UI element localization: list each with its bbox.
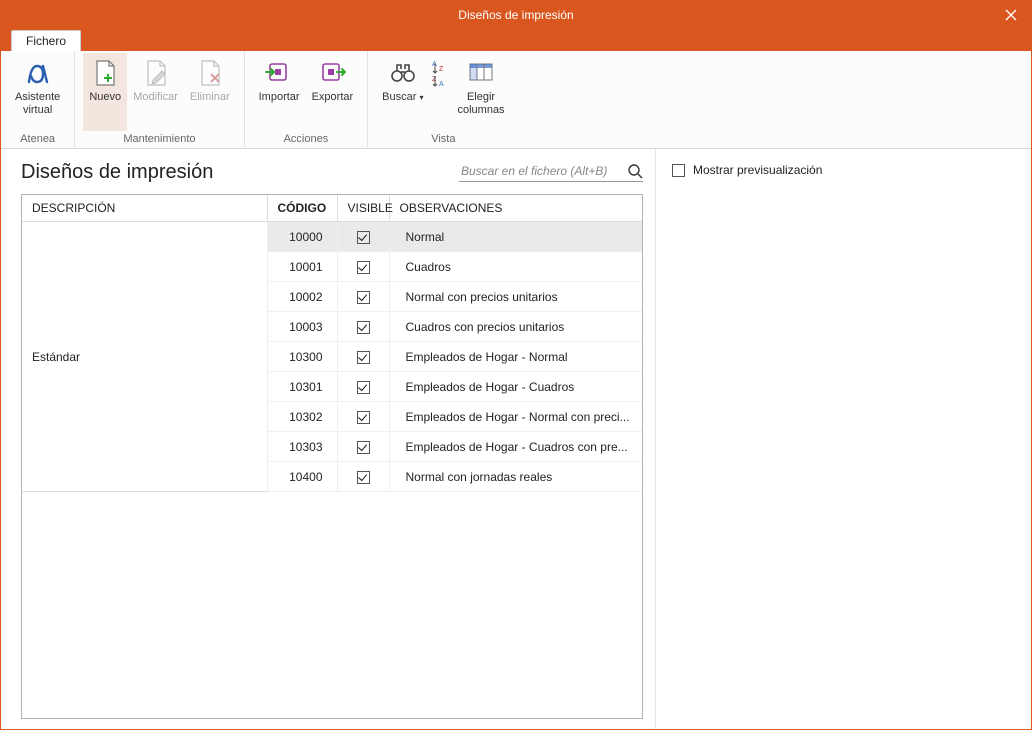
ribbon-group-vista: Buscar ▾ A Z Z A bbox=[368, 51, 518, 148]
cell-observaciones: Empleados de Hogar - Normal bbox=[389, 342, 642, 372]
export-icon bbox=[316, 57, 348, 89]
group-title-vista: Vista bbox=[376, 131, 510, 148]
svg-text:Z: Z bbox=[439, 66, 444, 73]
svg-text:A: A bbox=[439, 81, 444, 88]
checkbox-icon bbox=[357, 291, 370, 304]
cell-observaciones: Cuadros bbox=[389, 252, 642, 282]
cell-codigo: 10003 bbox=[267, 312, 337, 342]
import-icon bbox=[263, 57, 295, 89]
titlebar: Diseños de impresión bbox=[1, 1, 1031, 29]
group-title-acciones: Acciones bbox=[253, 131, 360, 148]
preview-label: Mostrar previsualización bbox=[693, 163, 822, 177]
cell-visible[interactable] bbox=[337, 372, 389, 402]
ribbon-tabbar: Fichero bbox=[1, 29, 1031, 51]
data-grid[interactable]: DESCRIPCIÓN CÓDIGO VISIBLE OBSERVACIONES… bbox=[22, 195, 642, 492]
edit-document-icon bbox=[140, 57, 172, 89]
modificar-label: Modificar bbox=[133, 91, 178, 104]
cell-visible[interactable] bbox=[337, 462, 389, 492]
th-observaciones[interactable]: OBSERVACIONES bbox=[389, 195, 642, 222]
cell-codigo: 10001 bbox=[267, 252, 337, 282]
asistente-virtual-button[interactable]: Asistente virtual bbox=[9, 53, 66, 131]
tab-fichero[interactable]: Fichero bbox=[11, 30, 81, 51]
cell-observaciones: Empleados de Hogar - Cuadros bbox=[389, 372, 642, 402]
group-title-atenea: Atenea bbox=[9, 131, 66, 148]
binoculars-icon bbox=[387, 57, 419, 89]
close-button[interactable] bbox=[991, 1, 1031, 29]
cell-observaciones: Normal con precios unitarios bbox=[389, 282, 642, 312]
importar-button[interactable]: Importar bbox=[253, 53, 306, 131]
cell-visible[interactable] bbox=[337, 252, 389, 282]
cell-visible[interactable] bbox=[337, 222, 389, 252]
table-row[interactable]: Estándar10000Normal bbox=[22, 222, 642, 252]
checkbox-icon bbox=[357, 381, 370, 394]
right-pane: Mostrar previsualización bbox=[656, 149, 1031, 729]
page-title: Diseños de impresión bbox=[21, 161, 213, 184]
table-header-row: DESCRIPCIÓN CÓDIGO VISIBLE OBSERVACIONES bbox=[22, 195, 642, 222]
cell-observaciones: Empleados de Hogar - Normal con preci... bbox=[389, 402, 642, 432]
columns-icon bbox=[465, 57, 497, 89]
cell-visible[interactable] bbox=[337, 432, 389, 462]
search-icon[interactable] bbox=[627, 163, 643, 179]
nuevo-button[interactable]: Nuevo bbox=[83, 53, 127, 131]
ribbon-group-acciones: Importar Exportar Acciones bbox=[245, 51, 369, 148]
checkbox-box bbox=[672, 164, 685, 177]
ribbon-group-mantenimiento: Nuevo Modificar bbox=[75, 51, 244, 148]
cell-codigo: 10002 bbox=[267, 282, 337, 312]
new-document-icon bbox=[89, 57, 121, 89]
cell-visible[interactable] bbox=[337, 342, 389, 372]
elegir-columnas-button[interactable]: Elegir columnas bbox=[451, 53, 510, 131]
buscar-button[interactable]: Buscar ▾ bbox=[376, 53, 429, 131]
ribbon-group-atenea: Asistente virtual Atenea bbox=[1, 51, 75, 148]
checkbox-icon bbox=[357, 321, 370, 334]
buscar-label: Buscar ▾ bbox=[382, 91, 423, 104]
cell-visible[interactable] bbox=[337, 282, 389, 312]
th-descripcion[interactable]: DESCRIPCIÓN bbox=[22, 195, 267, 222]
cell-observaciones: Normal con jornadas reales bbox=[389, 462, 642, 492]
exportar-label: Exportar bbox=[312, 91, 354, 104]
cell-codigo: 10302 bbox=[267, 402, 337, 432]
eliminar-button[interactable]: Eliminar bbox=[184, 53, 236, 131]
cell-codigo: 10300 bbox=[267, 342, 337, 372]
table-container: DESCRIPCIÓN CÓDIGO VISIBLE OBSERVACIONES… bbox=[21, 194, 643, 719]
ribbon: Asistente virtual Atenea Nuevo bbox=[1, 51, 1031, 149]
left-pane: Diseños de impresión DESCRIPCIÓN CÓDIGO … bbox=[1, 149, 656, 729]
group-description: Estándar bbox=[22, 222, 267, 492]
checkbox-icon bbox=[357, 231, 370, 244]
content-area: Diseños de impresión DESCRIPCIÓN CÓDIGO … bbox=[1, 149, 1031, 729]
cell-observaciones: Empleados de Hogar - Cuadros con pre... bbox=[389, 432, 642, 462]
sort-az-button[interactable]: A Z Z A bbox=[429, 53, 451, 131]
cell-codigo: 10303 bbox=[267, 432, 337, 462]
checkbox-icon bbox=[357, 351, 370, 364]
alpha-icon bbox=[22, 57, 54, 89]
checkbox-icon bbox=[357, 261, 370, 274]
th-visible[interactable]: VISIBLE bbox=[337, 195, 389, 222]
sort-az-icon: A Z Z A bbox=[431, 57, 449, 89]
search-wrap bbox=[459, 163, 643, 182]
importar-label: Importar bbox=[259, 91, 300, 104]
preview-checkbox[interactable]: Mostrar previsualización bbox=[672, 163, 1015, 177]
checkbox-icon bbox=[357, 411, 370, 424]
asistente-virtual-label: Asistente virtual bbox=[15, 91, 60, 116]
cell-codigo: 10400 bbox=[267, 462, 337, 492]
pane-header: Diseños de impresión bbox=[21, 161, 643, 184]
close-icon bbox=[1005, 9, 1017, 21]
window-title: Diseños de impresión bbox=[1, 8, 1031, 22]
cell-codigo: 10000 bbox=[267, 222, 337, 252]
elegir-columnas-label: Elegir columnas bbox=[457, 91, 504, 116]
cell-observaciones: Cuadros con precios unitarios bbox=[389, 312, 642, 342]
checkbox-icon bbox=[357, 471, 370, 484]
cell-visible[interactable] bbox=[337, 402, 389, 432]
cell-observaciones: Normal bbox=[389, 222, 642, 252]
th-codigo[interactable]: CÓDIGO bbox=[267, 195, 337, 222]
checkbox-icon bbox=[357, 441, 370, 454]
nuevo-label: Nuevo bbox=[89, 91, 121, 104]
group-title-mantenimiento: Mantenimiento bbox=[83, 131, 235, 148]
delete-document-icon bbox=[194, 57, 226, 89]
search-input[interactable] bbox=[459, 163, 619, 179]
eliminar-label: Eliminar bbox=[190, 91, 230, 104]
exportar-button[interactable]: Exportar bbox=[306, 53, 360, 131]
modificar-button[interactable]: Modificar bbox=[127, 53, 184, 131]
cell-codigo: 10301 bbox=[267, 372, 337, 402]
cell-visible[interactable] bbox=[337, 312, 389, 342]
